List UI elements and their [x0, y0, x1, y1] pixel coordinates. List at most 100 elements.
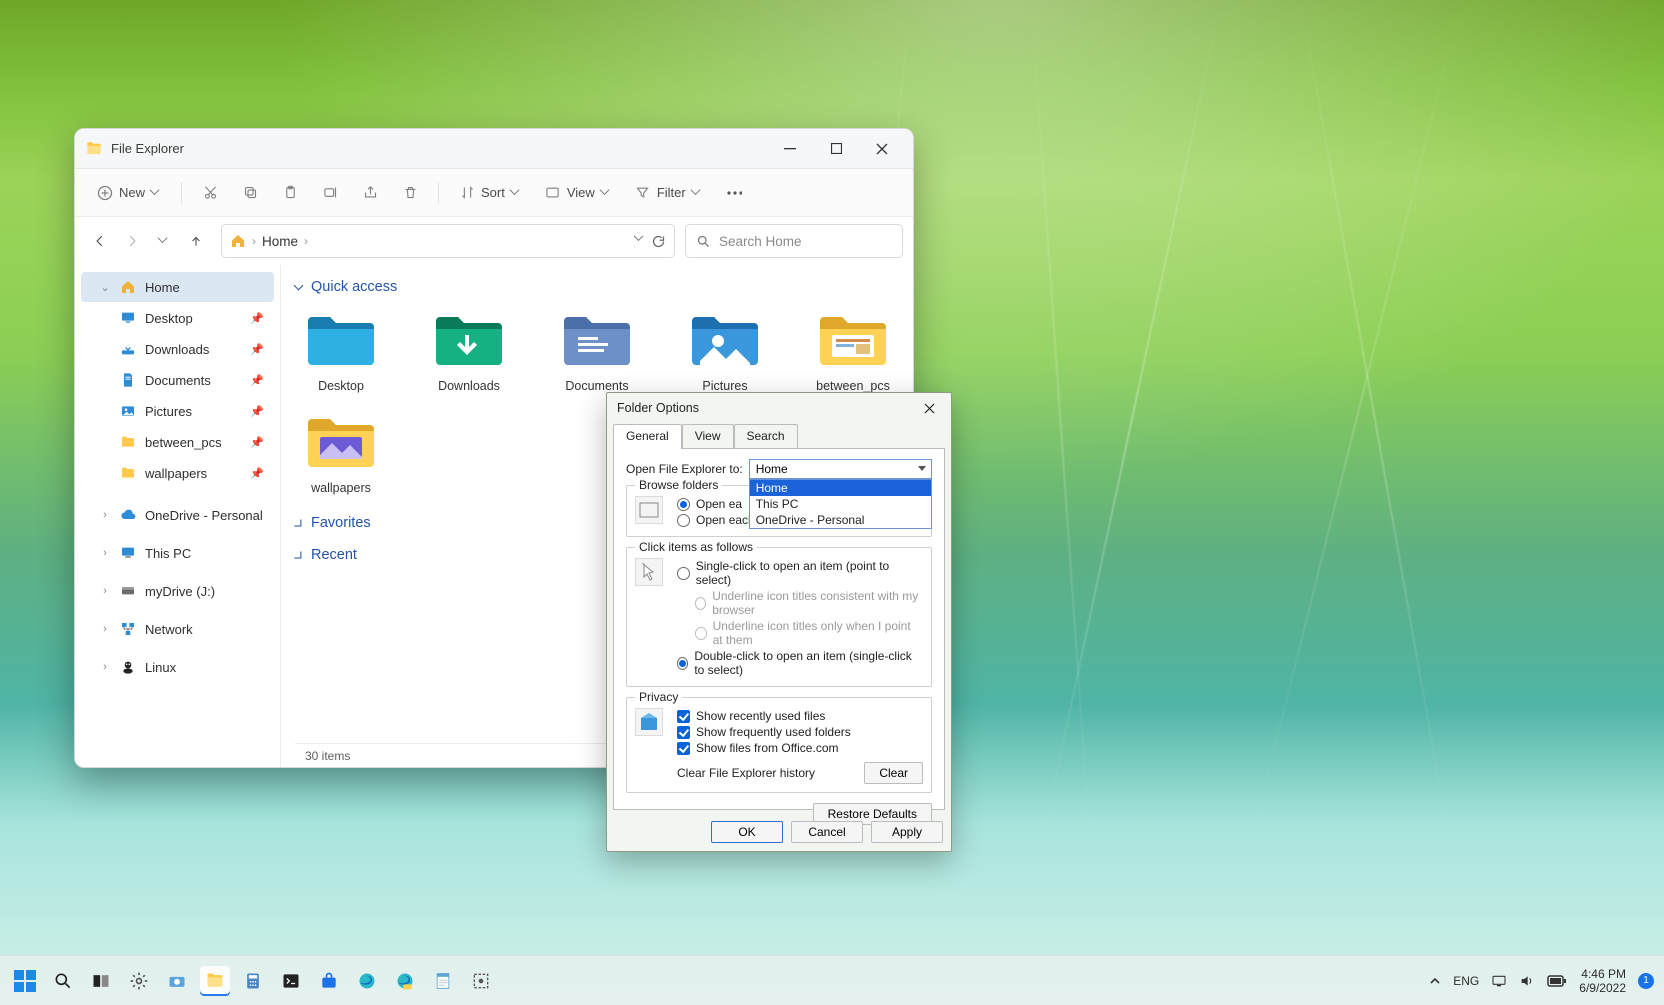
taskbar-terminal-icon[interactable]	[276, 966, 306, 996]
cloud-icon	[119, 506, 137, 524]
paste-icon	[282, 185, 298, 201]
share-button[interactable]	[352, 177, 388, 209]
item-desktop[interactable]: Desktop	[295, 309, 387, 393]
view-icon	[545, 185, 561, 201]
nav-back-button[interactable]	[85, 226, 115, 256]
nav-recent-button[interactable]	[149, 226, 179, 256]
sidebar-item-wallpapers[interactable]: wallpapers📌	[81, 458, 274, 488]
sidebar-item-mydrive[interactable]: ›myDrive (J:)	[81, 576, 274, 606]
tab-view[interactable]: View	[682, 424, 734, 449]
item-wallpapers[interactable]: wallpapers	[295, 411, 387, 495]
view-button[interactable]: View	[535, 177, 621, 209]
sidebar-item-downloads[interactable]: Downloads📌	[81, 334, 274, 364]
nav-up-button[interactable]	[181, 226, 211, 256]
option-onedrive[interactable]: OneDrive - Personal	[750, 512, 931, 528]
folder-icon	[119, 464, 137, 482]
search-input[interactable]: Search Home	[685, 224, 903, 258]
tray-clock[interactable]: 4:46 PM 6/9/2022	[1579, 967, 1626, 995]
plus-circle-icon	[97, 185, 113, 201]
sidebar-item-onedrive[interactable]: ›OneDrive - Personal	[81, 500, 274, 530]
filter-icon	[635, 185, 651, 201]
taskbar-explorer-icon[interactable]	[200, 966, 230, 996]
home-icon	[119, 278, 137, 296]
sidebar-item-desktop[interactable]: Desktop📌	[81, 303, 274, 333]
item-between-pcs[interactable]: between_pcs	[807, 309, 899, 393]
taskbar-camera-icon[interactable]	[162, 966, 192, 996]
download-icon	[119, 340, 137, 358]
tab-search[interactable]: Search	[734, 424, 798, 449]
sidebar-item-linux[interactable]: ›Linux	[81, 652, 274, 682]
tray-volume-icon[interactable]	[1519, 973, 1535, 989]
desktop-icon	[119, 309, 137, 327]
maximize-button[interactable]	[813, 134, 859, 164]
close-button[interactable]	[859, 134, 905, 164]
sidebar-item-thispc[interactable]: ›This PC	[81, 538, 274, 568]
sidebar-item-network[interactable]: ›Network	[81, 614, 274, 644]
option-this-pc[interactable]: This PC	[750, 496, 931, 512]
more-button[interactable]	[716, 177, 752, 209]
rename-button[interactable]	[312, 177, 348, 209]
dialog-titlebar[interactable]: Folder Options	[607, 393, 951, 423]
breadcrumb[interactable]: › Home ›	[221, 224, 675, 258]
taskbar-calculator-icon[interactable]	[238, 966, 268, 996]
check-office-files[interactable]: Show files from Office.com	[677, 740, 923, 756]
tray-network-icon[interactable]	[1491, 973, 1507, 989]
dialog-tabs: General View Search	[607, 423, 951, 448]
open-to-select[interactable]: Home Home This PC OneDrive - Personal	[749, 459, 932, 479]
titlebar[interactable]: File Explorer	[75, 129, 913, 169]
apply-button[interactable]: Apply	[871, 821, 943, 843]
network-icon	[119, 620, 137, 638]
home-icon	[230, 233, 246, 249]
breadcrumb-item[interactable]: Home	[262, 234, 298, 249]
item-pictures[interactable]: Pictures	[679, 309, 771, 393]
taskbar-search-button[interactable]	[48, 966, 78, 996]
delete-button[interactable]	[392, 177, 428, 209]
taskbar-snipping-icon[interactable]	[466, 966, 496, 996]
taskbar: ENG 4:46 PM 6/9/2022 1	[0, 955, 1664, 1005]
tray-battery-icon[interactable]	[1547, 975, 1567, 987]
check-recent-files[interactable]: Show recently used files	[677, 708, 923, 724]
tray-chevron-icon[interactable]	[1429, 975, 1441, 987]
tab-general[interactable]: General	[613, 424, 682, 449]
dialog-close-button[interactable]	[915, 397, 943, 419]
tray-language[interactable]: ENG	[1453, 974, 1479, 988]
ok-button[interactable]: OK	[711, 821, 783, 843]
folder-options-dialog: Folder Options General View Search Open …	[606, 392, 952, 852]
minimize-button[interactable]	[767, 134, 813, 164]
section-quick-access[interactable]: Quick access	[295, 279, 899, 295]
item-downloads[interactable]: Downloads	[423, 309, 515, 393]
start-button[interactable]	[10, 966, 40, 996]
taskbar-taskview-button[interactable]	[86, 966, 116, 996]
sidebar-item-pictures[interactable]: Pictures📌	[81, 396, 274, 426]
pictures-icon	[119, 402, 137, 420]
cut-button[interactable]	[192, 177, 228, 209]
item-documents[interactable]: Documents	[551, 309, 643, 393]
taskbar-notepad-icon[interactable]	[428, 966, 458, 996]
sidebar-item-documents[interactable]: Documents📌	[81, 365, 274, 395]
trash-icon	[402, 185, 418, 201]
cancel-button[interactable]: Cancel	[791, 821, 863, 843]
clear-button[interactable]: Clear	[864, 762, 923, 784]
tray-notification-badge[interactable]: 1	[1638, 973, 1654, 989]
pin-icon: 📌	[250, 343, 264, 356]
paste-button[interactable]	[272, 177, 308, 209]
taskbar-store-icon[interactable]	[314, 966, 344, 996]
taskbar-settings-icon[interactable]	[124, 966, 154, 996]
filter-button[interactable]: Filter	[625, 177, 712, 209]
open-to-label: Open File Explorer to:	[626, 462, 743, 476]
new-button[interactable]: New	[87, 177, 171, 209]
copy-button[interactable]	[232, 177, 268, 209]
sort-button[interactable]: Sort	[449, 177, 531, 209]
nav-forward-button[interactable]	[117, 226, 147, 256]
check-frequent-folders[interactable]: Show frequently used folders	[677, 724, 923, 740]
radio-double-click[interactable]: Double-click to open an item (single-cli…	[677, 648, 923, 678]
chevron-down-icon[interactable]	[635, 234, 645, 244]
taskbar-edge-icon[interactable]	[352, 966, 382, 996]
refresh-button[interactable]	[651, 234, 666, 249]
sidebar-item-home[interactable]: ⌄ Home	[81, 272, 274, 302]
taskbar-edge-canary-icon[interactable]	[390, 966, 420, 996]
radio-single-click[interactable]: Single-click to open an item (point to s…	[677, 558, 923, 588]
option-home[interactable]: Home	[750, 480, 931, 496]
window-title: File Explorer	[111, 141, 184, 156]
sidebar-item-between-pcs[interactable]: between_pcs📌	[81, 427, 274, 457]
